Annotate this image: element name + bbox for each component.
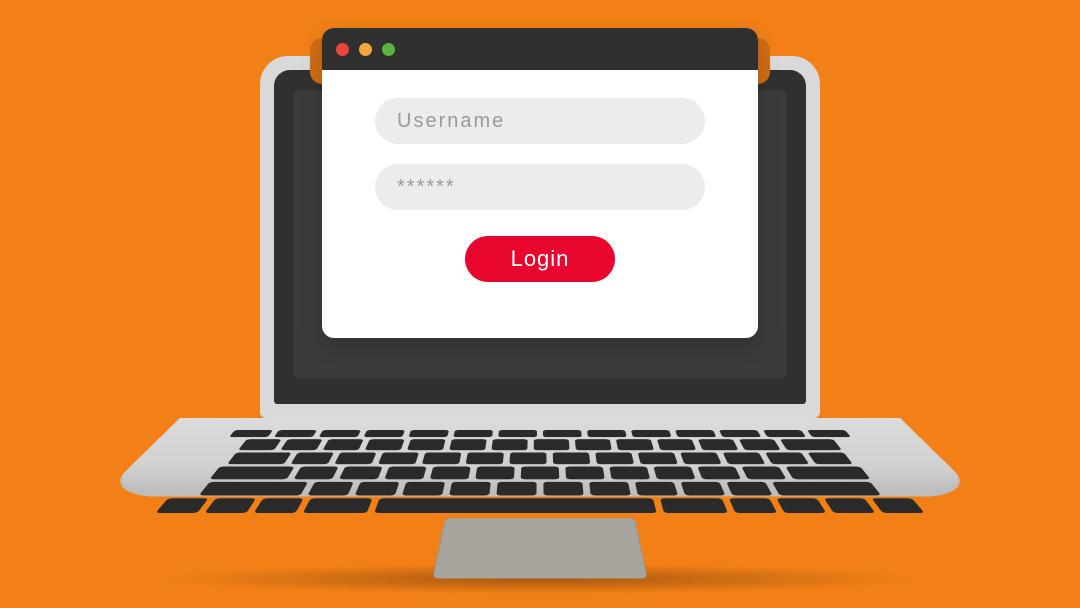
password-field[interactable] bbox=[375, 164, 705, 210]
login-form: Login bbox=[322, 70, 758, 282]
login-button[interactable]: Login bbox=[465, 236, 615, 282]
window-zoom-icon[interactable] bbox=[382, 43, 395, 56]
window-close-icon[interactable] bbox=[336, 43, 349, 56]
laptop-base bbox=[180, 418, 900, 588]
window-titlebar bbox=[322, 28, 758, 70]
laptop-keyboard bbox=[161, 430, 918, 513]
username-field[interactable] bbox=[375, 98, 705, 144]
laptop-trackpad bbox=[432, 518, 648, 579]
window-minimize-icon[interactable] bbox=[359, 43, 372, 56]
login-window: Login bbox=[322, 28, 758, 338]
